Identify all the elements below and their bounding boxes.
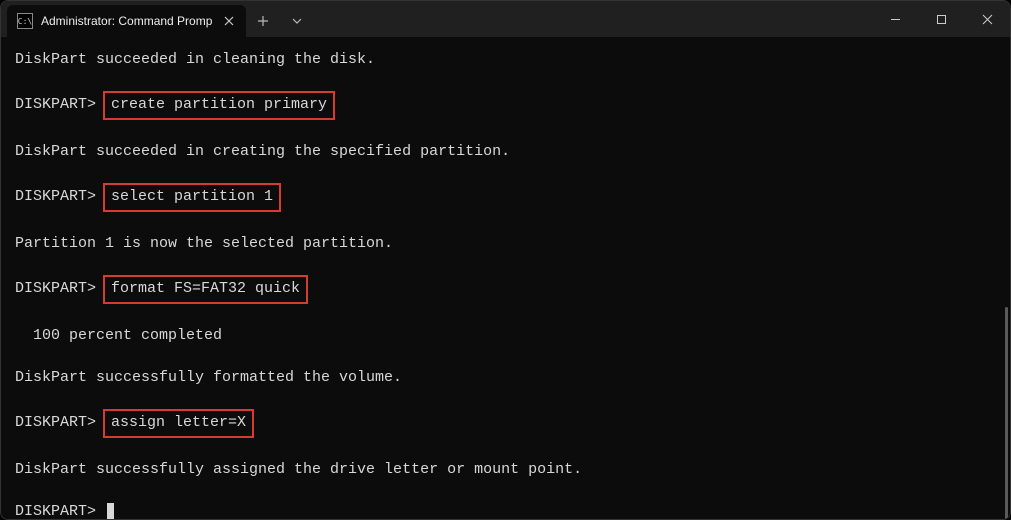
minimize-button[interactable]: [872, 1, 918, 37]
close-button[interactable]: [964, 1, 1010, 37]
terminal-line: DiskPart succeeded in creating the speci…: [15, 141, 1002, 162]
tab-active[interactable]: C:\ Administrator: Command Promp: [7, 5, 246, 37]
terminal-output[interactable]: DiskPart succeeded in cleaning the disk.…: [1, 37, 1010, 519]
terminal-line: DiskPart successfully formatted the volu…: [15, 367, 1002, 388]
terminal-line: DISKPART> select partition 1: [15, 183, 1002, 212]
new-tab-button[interactable]: [246, 5, 280, 37]
window-controls: [872, 1, 1010, 37]
maximize-button[interactable]: [918, 1, 964, 37]
terminal-line: 100 percent completed: [15, 325, 1002, 346]
prompt: DISKPART>: [15, 280, 105, 297]
terminal-line: DISKPART> format FS=FAT32 quick: [15, 275, 1002, 304]
cmd-icon: C:\: [17, 13, 33, 29]
tab-close-button[interactable]: [220, 12, 238, 30]
titlebar[interactable]: C:\ Administrator: Command Promp: [1, 1, 1010, 37]
tab-dropdown-button[interactable]: [280, 5, 314, 37]
highlighted-command: assign letter=X: [103, 409, 254, 438]
highlighted-command: select partition 1: [103, 183, 281, 212]
terminal-line: DISKPART> create partition primary: [15, 91, 1002, 120]
prompt: DISKPART>: [15, 188, 105, 205]
prompt: DISKPART>: [15, 96, 105, 113]
terminal-line: DiskPart successfully assigned the drive…: [15, 459, 1002, 480]
terminal-line: DiskPart succeeded in cleaning the disk.: [15, 49, 1002, 70]
terminal-line: Partition 1 is now the selected partitio…: [15, 233, 1002, 254]
terminal-line: DISKPART>: [15, 501, 1002, 519]
scrollbar-thumb[interactable]: [1005, 307, 1008, 519]
highlighted-command: format FS=FAT32 quick: [103, 275, 308, 304]
prompt: DISKPART>: [15, 503, 105, 519]
terminal-window: C:\ Administrator: Command Promp Disk: [0, 0, 1011, 520]
titlebar-drag-area[interactable]: [314, 1, 872, 37]
terminal-line: DISKPART> assign letter=X: [15, 409, 1002, 438]
tab-title: Administrator: Command Promp: [41, 14, 212, 28]
highlighted-command: create partition primary: [103, 91, 335, 120]
cursor: [107, 503, 114, 519]
prompt: DISKPART>: [15, 414, 105, 431]
